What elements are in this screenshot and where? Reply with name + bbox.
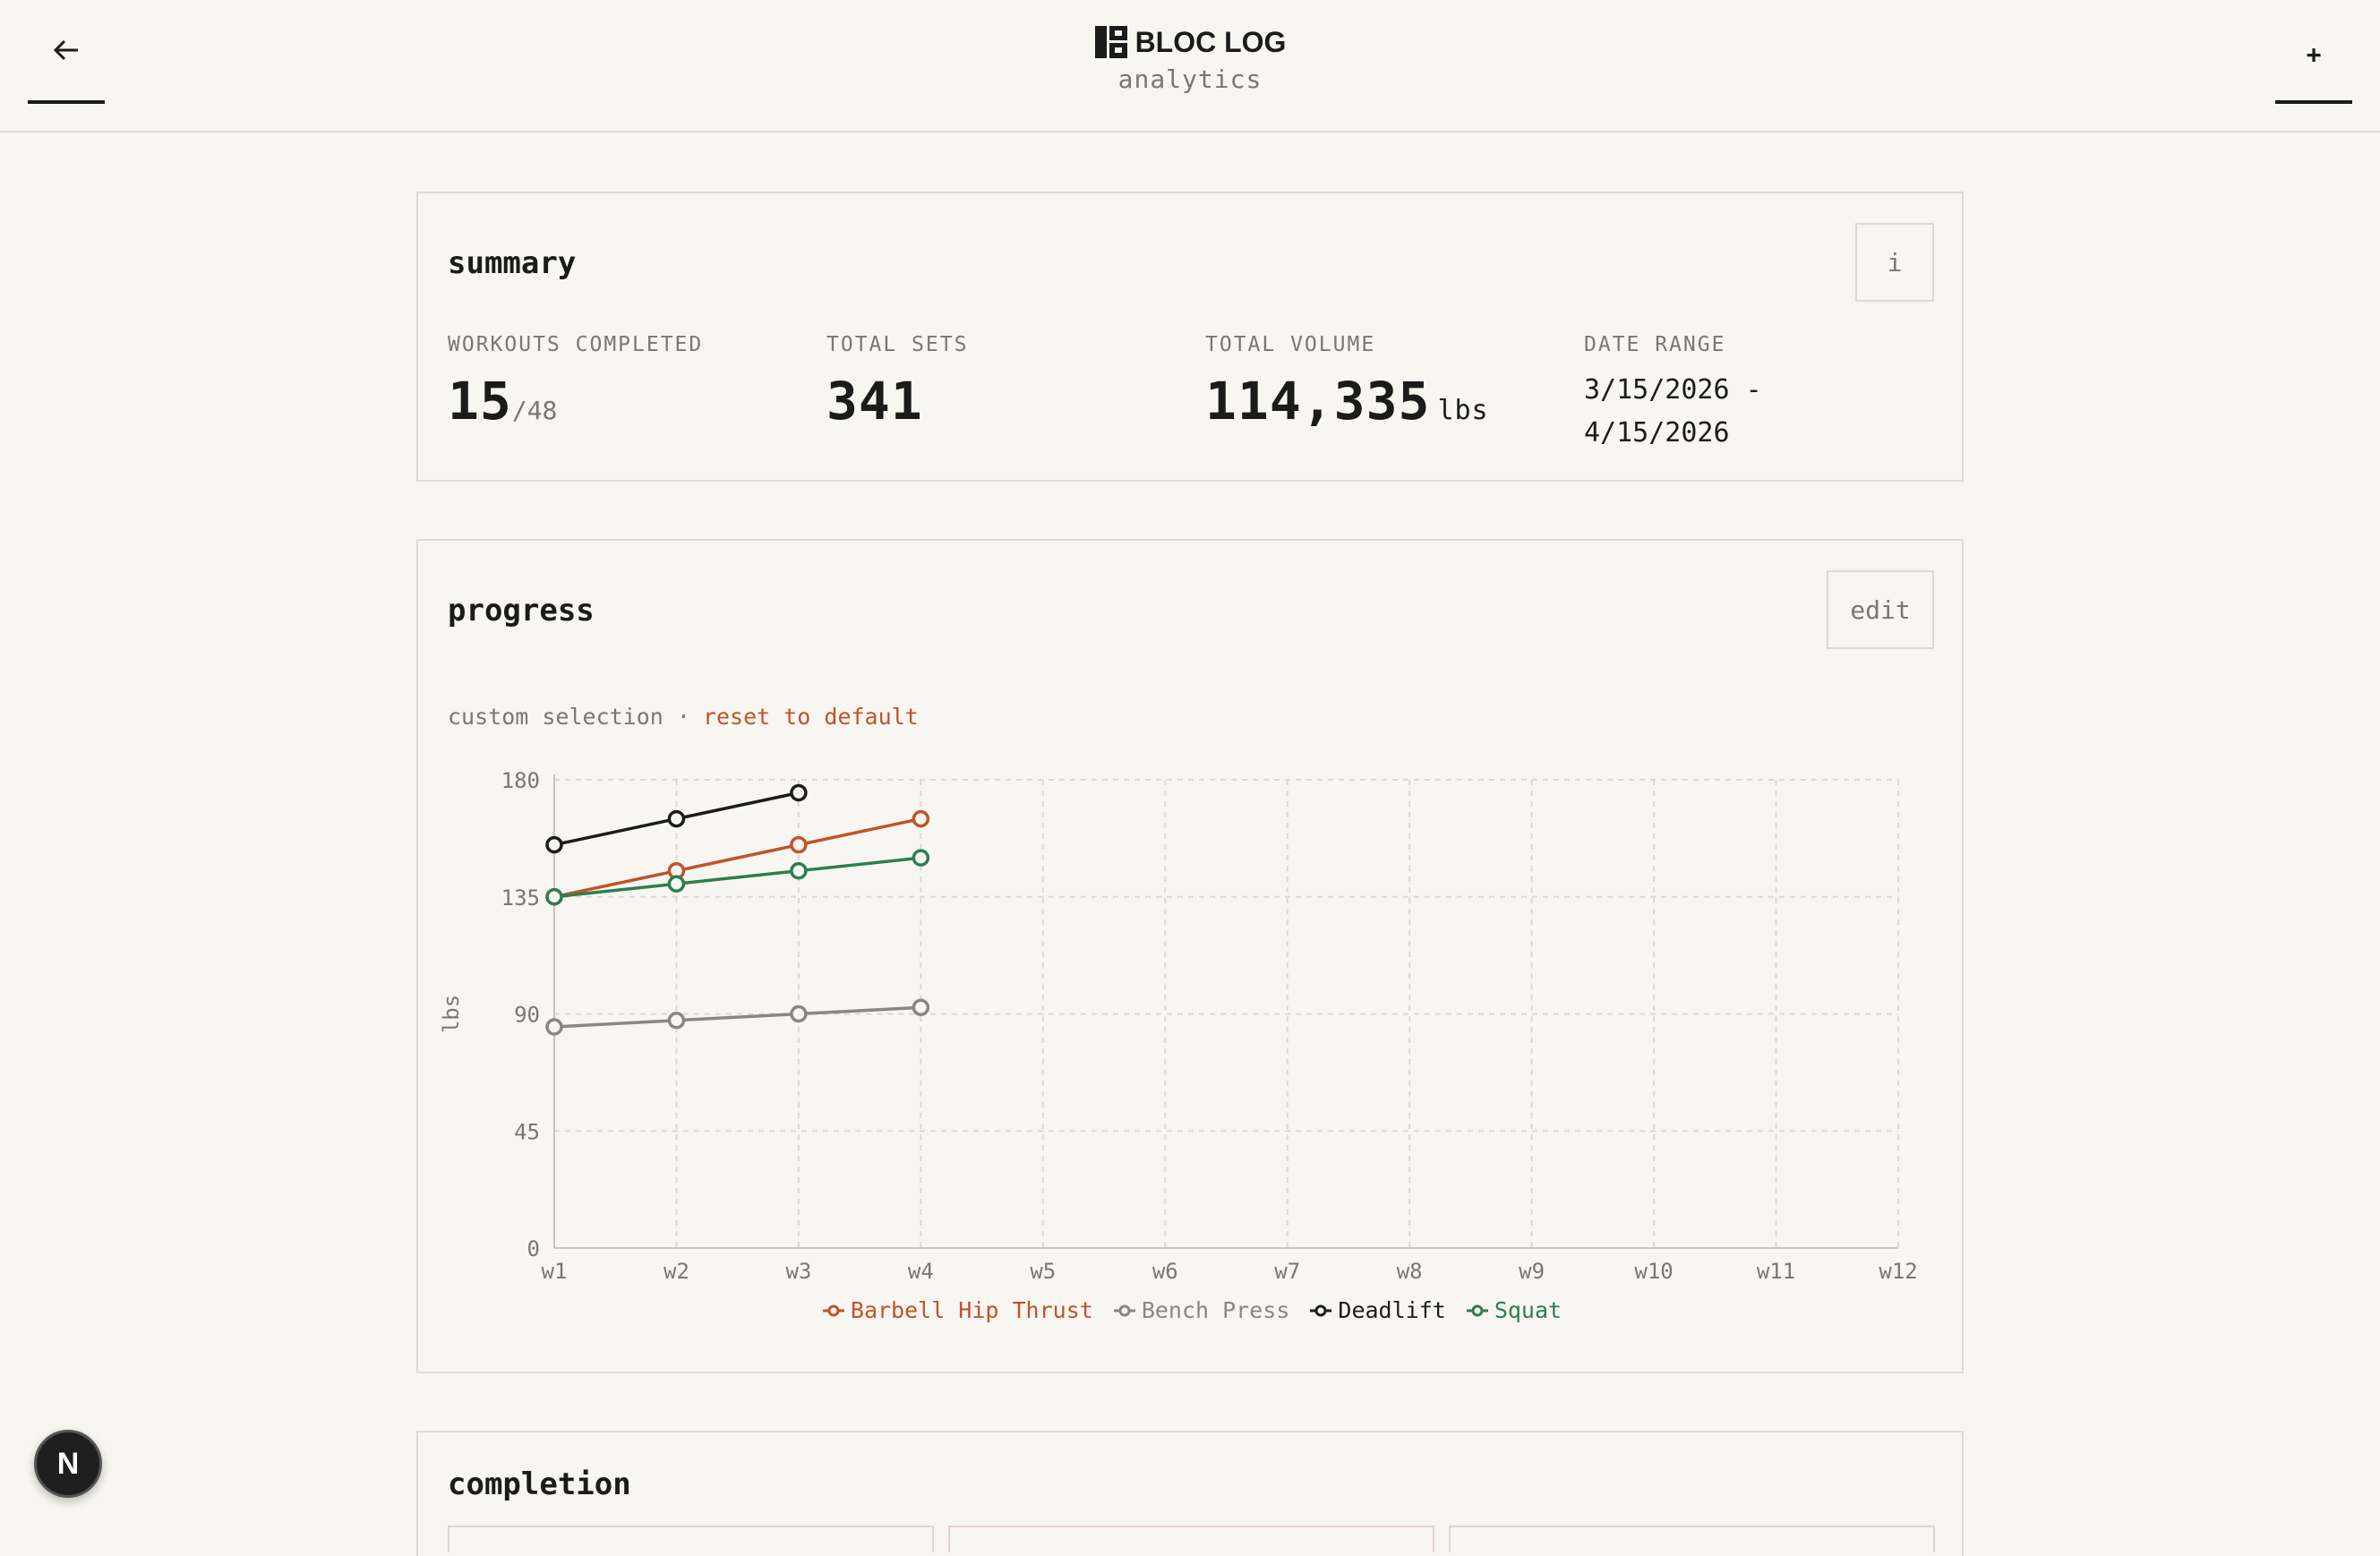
x-tick-label: w7 <box>1274 1259 1300 1284</box>
y-tick-label: 90 <box>514 1003 540 1028</box>
page-subtitle: analytics <box>1117 64 1263 94</box>
data-point <box>667 809 686 828</box>
chart-legend: Barbell Hip Thrust Bench Press Deadlift Squ… <box>418 1297 1965 1323</box>
y-tick-label: 135 <box>501 885 540 911</box>
data-point <box>790 835 808 854</box>
series-line <box>553 816 921 899</box>
legend-label: Barbell Hip Thrust <box>850 1297 1093 1323</box>
stat-volume: TOTAL VOLUME 114,335 lbs <box>1205 333 1489 432</box>
stat-sets: TOTAL SETS 341 <box>826 333 968 432</box>
legend-label: Squat <box>1494 1297 1562 1323</box>
add-button[interactable]: + <box>2275 0 2352 104</box>
data-point <box>912 998 930 1016</box>
date-label: DATE RANGE <box>1584 333 1726 356</box>
data-point <box>545 888 563 906</box>
volume-value: 114,335 <box>1205 371 1431 432</box>
data-point <box>912 849 930 867</box>
summary-card: summary i WORKOUTS COMPLETED 15/48 TOTAL… <box>416 192 1964 482</box>
x-tick-label: w3 <box>785 1259 811 1284</box>
info-button[interactable]: i <box>1855 223 1934 302</box>
n-floating-button[interactable]: N <box>34 1430 102 1498</box>
x-tick-label: w9 <box>1519 1259 1545 1284</box>
sets-value: 341 <box>826 371 923 432</box>
progress-card: progress edit custom selection · reset to… <box>416 539 1964 1373</box>
legend-marker-icon <box>1113 1304 1135 1316</box>
date-start: 3/15/2026 - <box>1584 374 1762 406</box>
data-point <box>790 861 808 880</box>
volume-label: TOTAL VOLUME <box>1205 333 1376 356</box>
series-line <box>553 856 921 899</box>
data-point <box>545 835 563 854</box>
legend-item[interactable]: Bench Press <box>1113 1297 1290 1323</box>
legend-item[interactable]: Deadlift <box>1309 1297 1446 1323</box>
data-point <box>667 875 686 893</box>
workouts-value: 15 <box>448 371 512 432</box>
stat-workouts: WORKOUTS COMPLETED 15/48 <box>448 333 703 432</box>
legend-marker-icon <box>1310 1304 1332 1316</box>
x-tick-label: w1 <box>542 1259 568 1284</box>
bloc-log-logo <box>1094 26 1127 58</box>
date-value: 3/15/2026 - 4/15/2026 <box>1584 369 1762 455</box>
data-point <box>545 1018 563 1036</box>
workouts-label: WORKOUTS COMPLETED <box>448 333 704 356</box>
legend-label: Deadlift <box>1338 1297 1446 1323</box>
volume-unit: lbs <box>1437 395 1489 426</box>
data-point <box>667 1012 686 1030</box>
x-tick-label: w11 <box>1757 1259 1795 1284</box>
x-tick-label: w8 <box>1397 1259 1423 1284</box>
y-tick-label: 0 <box>527 1236 540 1261</box>
brand-name: BLOC LOG <box>1134 25 1287 58</box>
data-point <box>790 783 808 802</box>
completion-tile <box>1449 1526 1935 1552</box>
stat-date-range: DATE RANGE 3/15/2026 - 4/15/2026 <box>1584 333 1762 455</box>
completion-tile <box>448 1526 934 1552</box>
sets-label: TOTAL SETS <box>826 333 969 356</box>
completion-card: completion <box>416 1431 1964 1556</box>
y-axis-label: lbs <box>439 995 464 1033</box>
legend-item[interactable]: Barbell Hip Thrust <box>822 1297 1093 1323</box>
workouts-value-row: 15/48 <box>448 371 703 432</box>
x-tick-label: w2 <box>663 1259 689 1284</box>
data-point <box>790 1005 808 1023</box>
x-tick-label: w6 <box>1152 1259 1178 1284</box>
y-tick-label: 45 <box>514 1119 540 1144</box>
completion-tile <box>948 1526 1434 1552</box>
summary-title: summary <box>448 245 577 281</box>
data-point <box>912 809 930 828</box>
brand: BLOC LOG analytics <box>0 25 2380 94</box>
volume-value-row: 114,335 lbs <box>1205 371 1489 432</box>
legend-marker-icon <box>1466 1304 1488 1316</box>
legend-item[interactable]: Squat <box>1466 1297 1562 1323</box>
x-tick-label: w4 <box>908 1259 934 1284</box>
x-tick-label: w5 <box>1030 1259 1056 1284</box>
top-bar: BLOC LOG analytics + <box>0 0 2380 133</box>
y-tick-label: 180 <box>501 768 540 793</box>
legend-marker-icon <box>822 1304 844 1316</box>
x-tick-label: w10 <box>1634 1259 1673 1284</box>
date-end: 4/15/2026 <box>1584 417 1730 449</box>
x-tick-label: w12 <box>1879 1259 1917 1284</box>
workouts-total: /48 <box>511 396 558 425</box>
progress-chart: 0 45 90 135 180 w1 w2 w3 w4 w5 w6 w7 w8 w9 w10 w11 w12 lb… <box>439 768 1918 1284</box>
completion-title: completion <box>448 1466 631 1502</box>
legend-label: Bench Press <box>1141 1297 1290 1323</box>
series-line <box>553 1005 921 1029</box>
